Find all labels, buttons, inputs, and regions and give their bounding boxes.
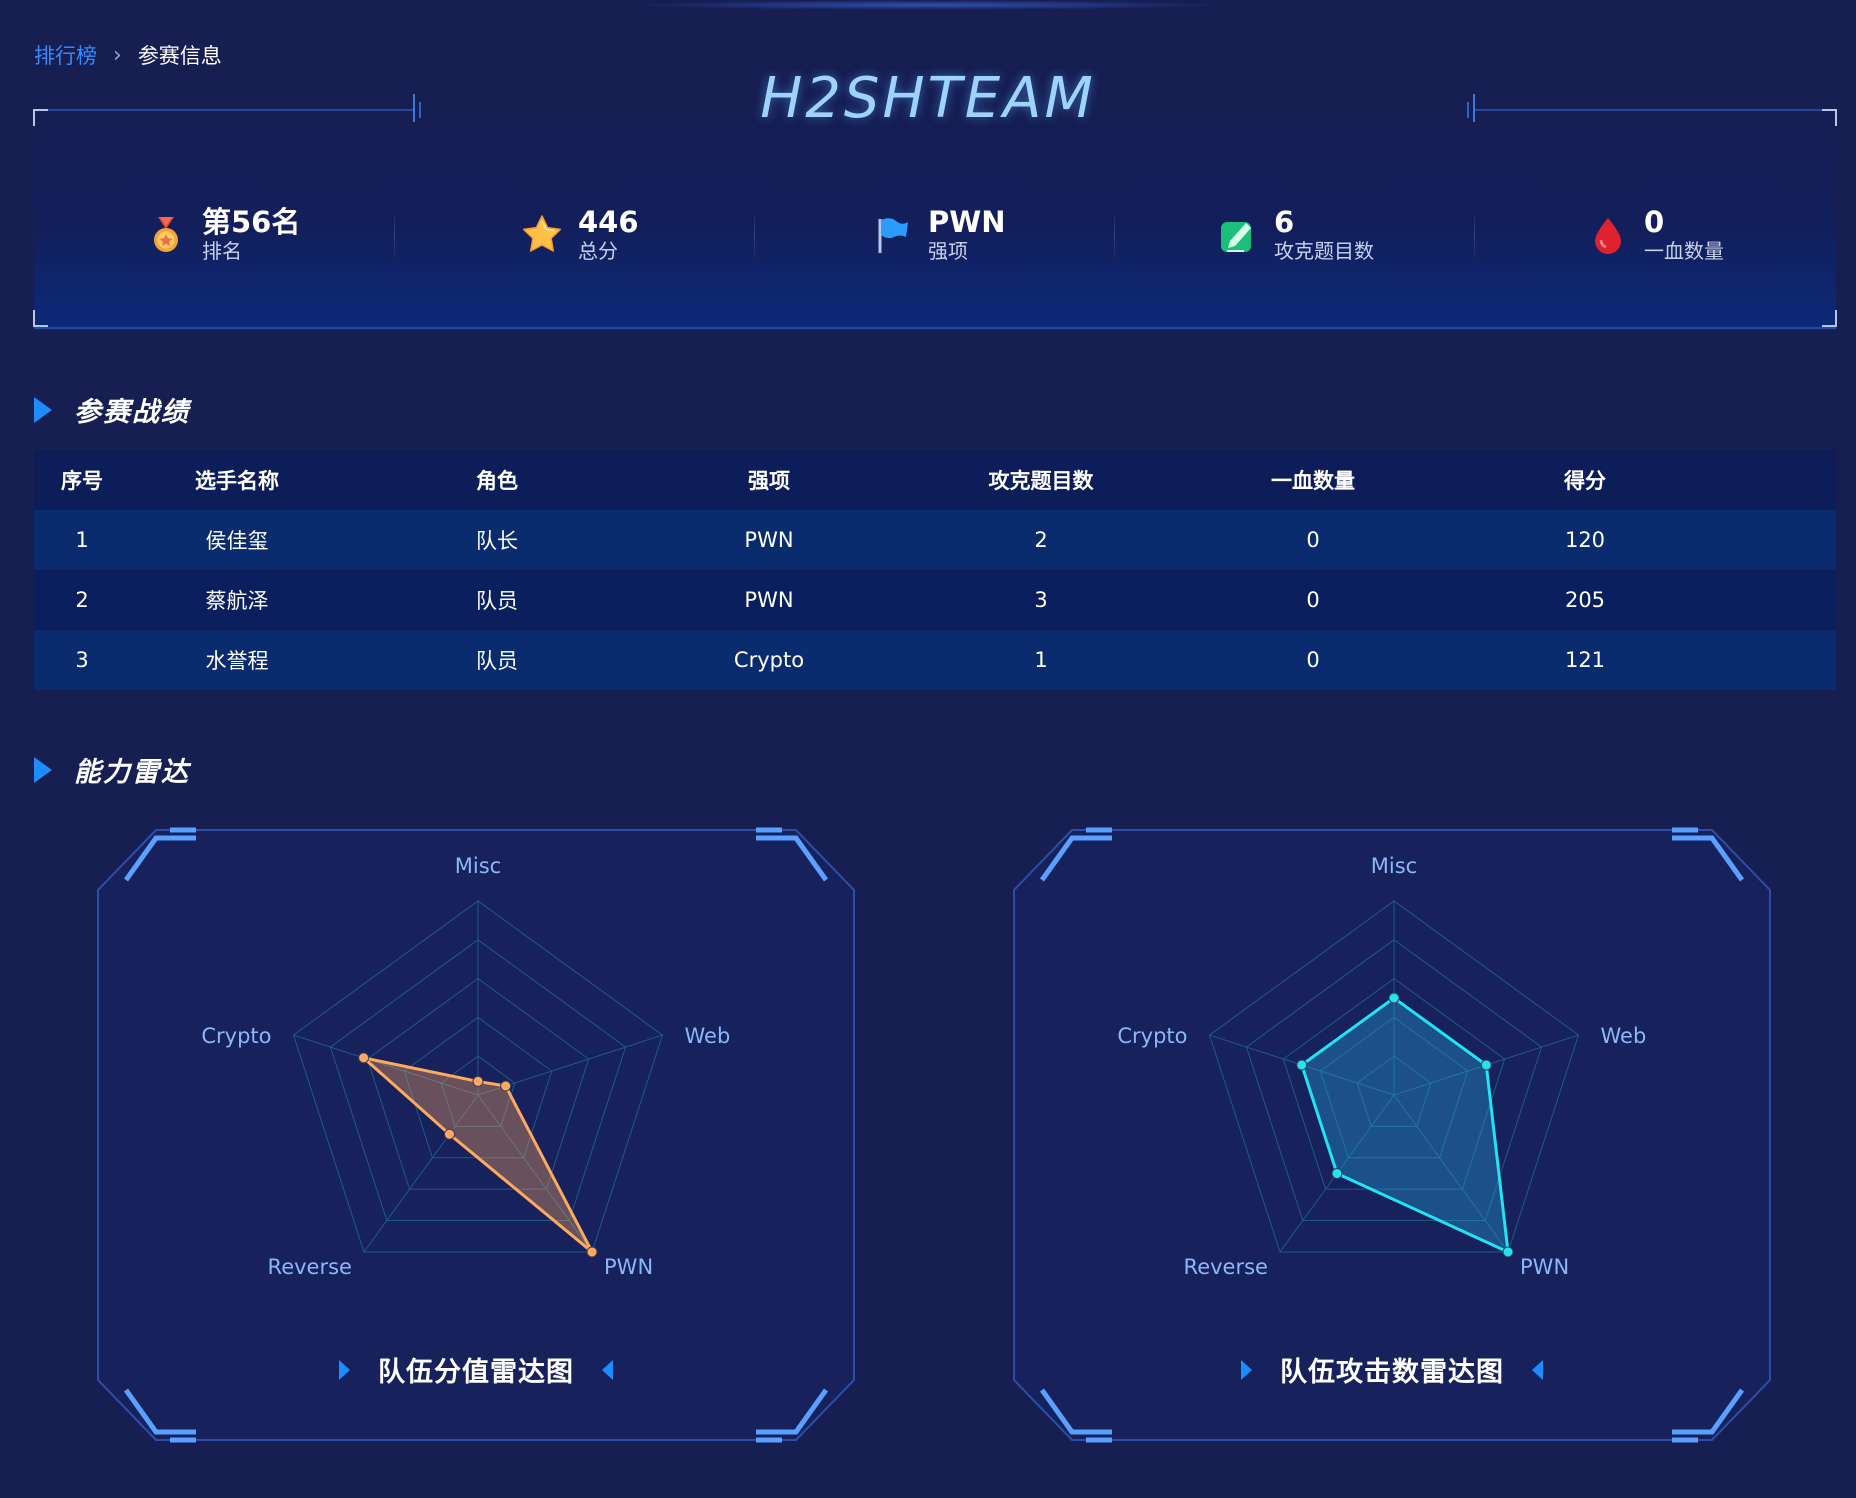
stat-score-label: 总分 [578,239,618,263]
table-cell: 0 [1306,528,1320,552]
table-cell: 205 [1564,588,1606,612]
radar-axis-label: Reverse [1184,1255,1268,1279]
radar-axis-label: PWN [604,1255,653,1279]
stat-first-blood-label: 一血数量 [1644,239,1724,263]
table-cell: 队员 [476,649,518,673]
radar-axis-label: Web [685,1024,731,1048]
table-cell: Crypto [733,648,805,672]
radar-data-point [1480,1059,1492,1071]
stat-total-score: 446 总分 [520,195,639,275]
radar-data-point [1331,1167,1343,1179]
stat-rank-value: 第56名 [202,205,301,239]
radar-axis-label: Misc [455,854,501,878]
stat-divider [394,209,395,261]
team-stats: 第56名 排名 446 总分 PWN 强项 6 攻克题目数 0 一血数量 [34,195,1836,275]
radar-data-point [1296,1059,1308,1071]
stat-strength-label: 强项 [928,239,968,263]
top-glow [628,0,1228,10]
stat-first-blood: 0 一血数量 [1586,195,1724,275]
radar-data-point [1388,992,1400,1004]
radar-card-score: Misc Web PWN Reverse Crypto 队伍分值雷达图 [46,820,906,1450]
blood-drop-icon [1595,218,1621,254]
table-cell: 3 [1034,588,1048,612]
caption-arrow-icon [1532,1359,1543,1380]
table-cell: 2 [75,588,89,612]
radar-caption-score: 队伍分值雷达图 [46,1350,906,1389]
radar-card-attack: Misc Web PWN Reverse Crypto 队伍攻击数雷达图 [962,820,1822,1450]
table-cell: 2 [1034,528,1048,552]
stat-strength: PWN 强项 [870,195,1006,275]
table-cell: 队长 [476,529,518,553]
radar-title-attack: 队伍攻击数雷达图 [1280,1357,1504,1388]
stat-divider [1474,209,1475,261]
stat-rank: 第56名 排名 [144,195,300,275]
team-name: H2SHTEAM [760,66,1096,131]
table-cell: PWN [744,528,794,552]
section-record-header: 参赛战绩 [34,390,190,429]
table-row[interactable]: 3 水誉程 队员 Crypto 1 0 121 [34,630,1836,690]
table-cell: 1 [75,528,89,552]
column-header: 攻克题目数 [988,469,1094,493]
table-cell: 0 [1306,588,1320,612]
stat-divider [1114,209,1115,261]
radar-axis-label: Crypto [1117,1024,1187,1048]
table-cell: PWN [744,588,794,612]
radar-axis-label: Web [1601,1024,1647,1048]
column-header: 选手名称 [195,469,279,493]
stat-divider [754,209,755,261]
radar-data-point [472,1075,484,1087]
table-cell: 0 [1306,648,1320,672]
table-cell: 121 [1564,648,1606,672]
caption-arrow-icon [1241,1359,1252,1380]
section-radar-title: 能力雷达 [74,757,190,788]
stat-solved: 6 攻克题目数 [1216,195,1374,275]
stat-score-value: 446 [578,205,639,239]
table-cell: 蔡航泽 [205,589,269,613]
stat-strength-value: PWN [928,205,1006,239]
section-arrow-icon [34,756,52,783]
section-record-title: 参赛战绩 [74,397,190,428]
stat-solved-label: 攻克题目数 [1274,239,1374,263]
caption-arrow-icon [602,1359,613,1380]
table-cell: 120 [1564,528,1606,552]
stat-first-blood-value: 0 [1644,205,1665,239]
column-header: 强项 [748,469,790,493]
column-header: 序号 [61,469,103,493]
edit-icon [1221,222,1251,252]
table-cell: 队员 [476,589,518,613]
column-header: 一血数量 [1271,469,1355,493]
caption-arrow-icon [339,1359,350,1380]
section-arrow-icon [34,396,52,423]
stat-solved-value: 6 [1274,205,1295,239]
player-table: 序号 选手名称 角色 强项 攻克题目数 一血数量 得分 1 侯佳玺 队长 PWN… [34,450,1836,690]
radar-axis-label: PWN [1520,1255,1569,1279]
radar-data-point [443,1128,455,1140]
table-cell: 3 [75,648,89,672]
breadcrumb-separator-icon: › [113,42,122,68]
radar-title-score: 队伍分值雷达图 [378,1357,574,1388]
radar-axis-label: Reverse [268,1255,352,1279]
section-radar-header: 能力雷达 [34,750,190,789]
stat-rank-label: 排名 [202,239,242,263]
radar-data-point [586,1246,598,1258]
table-cell: 水誉程 [205,649,269,673]
radar-caption-attack: 队伍攻击数雷达图 [962,1350,1822,1389]
table-cell: 1 [1034,648,1048,672]
table-cell: 侯佳玺 [205,529,269,553]
table-row[interactable]: 2 蔡航泽 队员 PWN 3 0 205 [34,570,1836,630]
medal-icon [154,217,178,252]
radar-axis-label: Crypto [201,1024,271,1048]
radar-data-point [500,1080,512,1092]
radar-data-point [358,1052,370,1064]
column-header: 得分 [1564,469,1606,493]
flag-icon [878,218,908,253]
radar-axis-label: Misc [1371,854,1417,878]
star-icon [522,215,562,252]
column-header: 角色 [476,469,518,493]
table-row[interactable]: 1 侯佳玺 队长 PWN 2 0 120 [34,510,1836,570]
table-header-row: 序号 选手名称 角色 强项 攻克题目数 一血数量 得分 [34,450,1836,510]
radar-data-point [1502,1246,1514,1258]
